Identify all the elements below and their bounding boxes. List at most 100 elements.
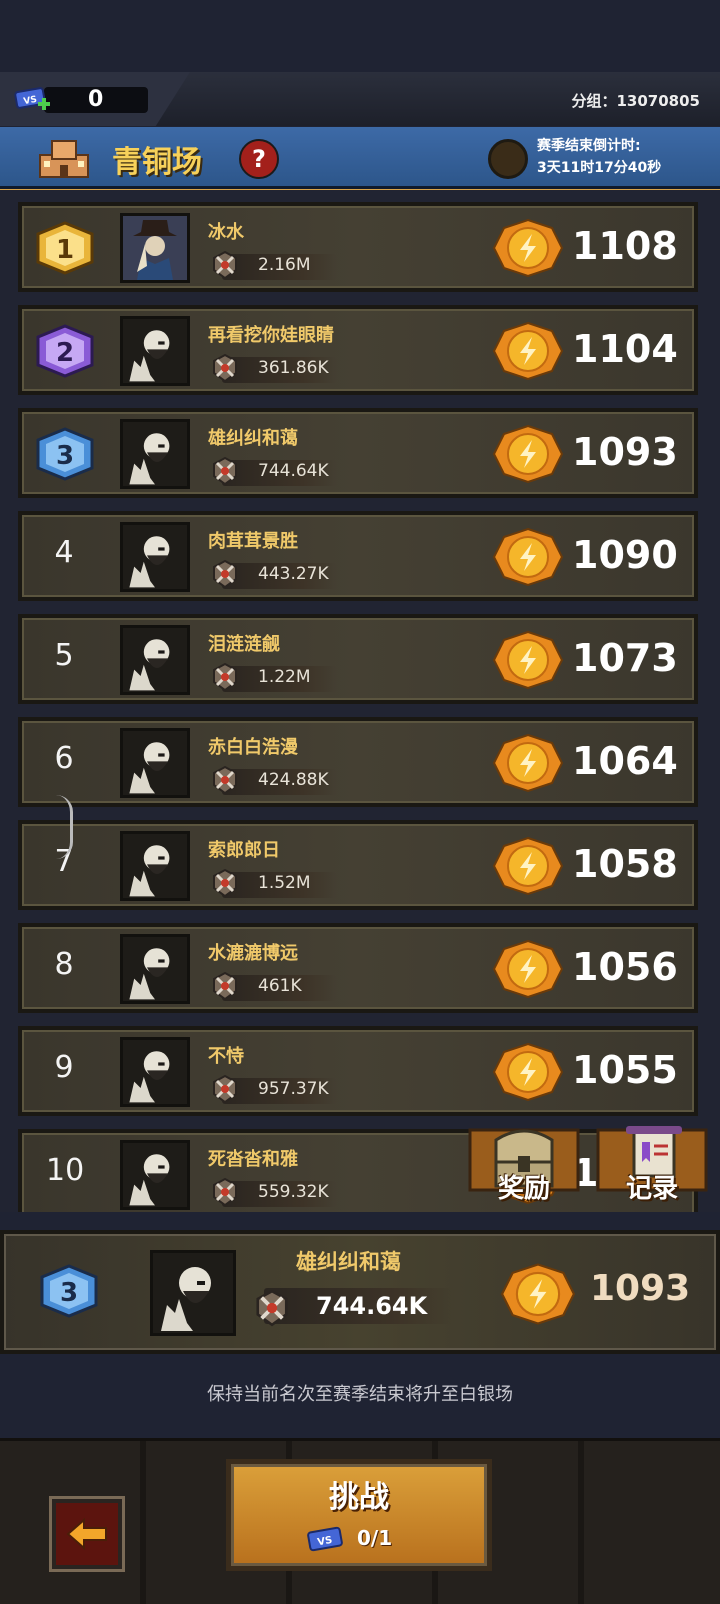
challenge-cost: 0/1 [357, 1526, 393, 1550]
rank-number: 4 [54, 535, 74, 570]
vs-ticket-icon[interactable]: VS [14, 86, 50, 114]
my-power: 744.64K [316, 1292, 428, 1320]
records-label: 记录 [625, 1174, 678, 1204]
player-name: 雄纠纠和蔼 [208, 428, 298, 449]
player-power: 424.88K [258, 770, 329, 790]
season-time: 3天11时17分40秒 [537, 160, 662, 176]
rank-number: 9 [54, 1050, 74, 1085]
warrior-portrait-icon [129, 845, 170, 897]
warrior-portrait-icon [129, 536, 170, 588]
ranking-list[interactable]: 1 冰水 2.16M 1108 2 再看挖你娃眼睛 361.86K 1104 3… [0, 190, 720, 1212]
crossed-swords-icon [213, 868, 237, 898]
player-avatar[interactable] [120, 1037, 190, 1107]
player-avatar[interactable] [120, 625, 190, 695]
rank-3-badge-icon: 3 [36, 427, 94, 481]
ranking-row[interactable]: 8 水漉漉博远 461K 1056 [18, 923, 698, 1013]
trophy-coin-icon [492, 630, 564, 690]
challenge-label: 挑战 [329, 1480, 389, 1515]
crossed-swords-icon [213, 662, 237, 692]
vs-ticket-icon: VS [307, 1526, 343, 1552]
crossed-swords-icon [213, 1074, 237, 1104]
player-avatar[interactable] [120, 419, 190, 489]
challenge-button[interactable]: 挑战 VS 0/1 [226, 1459, 492, 1571]
rank-number: 3 [56, 441, 74, 471]
compass-icon [488, 139, 528, 179]
warrior-portrait-icon [129, 742, 170, 794]
player-name: 冰水 [208, 222, 244, 243]
player-name: 再看挖你娃眼睛 [208, 325, 334, 346]
player-name: 不恃 [208, 1046, 244, 1067]
crossed-swords-icon [213, 1177, 237, 1207]
player-power: 361.86K [258, 358, 329, 378]
my-score: 1093 [590, 1268, 691, 1309]
player-avatar[interactable] [120, 728, 190, 798]
ranking-row[interactable]: 7 索郎郎日 1.52M 1058 [18, 820, 698, 910]
trophy-coin-icon [492, 527, 564, 587]
crossed-swords-icon [213, 456, 237, 486]
player-name: 死沓沓和雅 [208, 1149, 298, 1170]
player-power: 2.16M [258, 255, 311, 275]
trophy-coin-icon [492, 424, 564, 484]
player-avatar[interactable] [120, 934, 190, 1004]
rank-2-badge-icon: 2 [36, 324, 94, 378]
my-name: 雄纠纠和蔼 [296, 1250, 401, 1274]
player-avatar[interactable] [120, 1140, 190, 1210]
ranking-row[interactable]: 1 冰水 2.16M 1108 [18, 202, 698, 292]
bronze-arena-icon [39, 140, 89, 178]
player-avatar[interactable] [120, 522, 190, 592]
trophy-coin-icon [492, 321, 564, 381]
player-score: 1064 [572, 739, 678, 783]
player-score: 1058 [572, 842, 678, 886]
player-score: 1055 [572, 1048, 678, 1092]
rank-number: 5 [54, 638, 74, 673]
arena-banner: 青铜场 ? 赛季结束倒计时: 3天11时17分40秒 [0, 127, 720, 193]
ranking-row[interactable]: 6 赤白白浩漫 424.88K 1064 [18, 717, 698, 807]
arrow-left-icon [66, 1517, 107, 1551]
top-bar: 0 VS 分组：13070805 [0, 72, 720, 126]
player-score: 1073 [572, 636, 678, 680]
warrior-portrait-icon [129, 433, 170, 485]
rank-number: 6 [54, 741, 74, 776]
player-power: 1.22M [258, 667, 311, 687]
player-name: 肉茸茸景胜 [208, 531, 298, 552]
rank-number: 8 [54, 947, 74, 982]
player-name: 泪涟涟觎 [208, 634, 280, 655]
rewards-button[interactable]: 奖励 [468, 1126, 580, 1204]
trophy-coin-icon [492, 1042, 564, 1102]
scroll-indicator[interactable] [56, 795, 73, 859]
warrior-portrait-icon [129, 1051, 170, 1103]
promotion-hint: 保持当前名次至赛季结束将升至白银场 [207, 1384, 513, 1405]
player-avatar[interactable] [120, 831, 190, 901]
player-power: 461K [258, 976, 302, 996]
crossed-swords-icon [213, 765, 237, 795]
player-avatar[interactable] [120, 316, 190, 386]
trophy-coin-icon [492, 836, 564, 896]
ranking-row[interactable]: 9 不恃 957.37K 1055 [18, 1026, 698, 1116]
trophy-coin-icon [492, 939, 564, 999]
warrior-portrait-icon [129, 1154, 170, 1206]
ranking-row[interactable]: 5 泪涟涟觎 1.22M 1073 [18, 614, 698, 704]
player-power: 443.27K [258, 564, 329, 584]
back-button[interactable] [49, 1496, 125, 1572]
crossed-swords-icon [213, 250, 237, 280]
hunter-portrait-icon [123, 216, 187, 280]
records-button[interactable]: 记录 [596, 1126, 708, 1204]
player-score: 1093 [572, 430, 678, 474]
warrior-portrait-icon [129, 639, 170, 691]
ranking-row[interactable]: 2 再看挖你娃眼睛 361.86K 1104 [18, 305, 698, 395]
help-button[interactable]: ? [239, 139, 279, 179]
rank-number: 2 [56, 338, 74, 368]
my-avatar[interactable] [150, 1250, 236, 1336]
player-power: 559.32K [258, 1182, 329, 1202]
rank-number: 10 [46, 1153, 85, 1188]
ranking-row[interactable]: 3 雄纠纠和蔼 744.64K 1093 [18, 408, 698, 498]
ranking-row[interactable]: 4 肉茸茸景胜 443.27K 1090 [18, 511, 698, 601]
season-countdown: 赛季结束倒计时: 3天11时17分40秒 [537, 135, 661, 179]
ticket-count: 0 [44, 87, 148, 113]
rank-number: 1 [56, 235, 74, 265]
player-avatar[interactable] [120, 213, 190, 283]
player-score: 1108 [572, 224, 678, 268]
player-power: 744.64K [258, 461, 329, 481]
crossed-swords-icon [256, 1289, 288, 1327]
crossed-swords-icon [213, 971, 237, 1001]
